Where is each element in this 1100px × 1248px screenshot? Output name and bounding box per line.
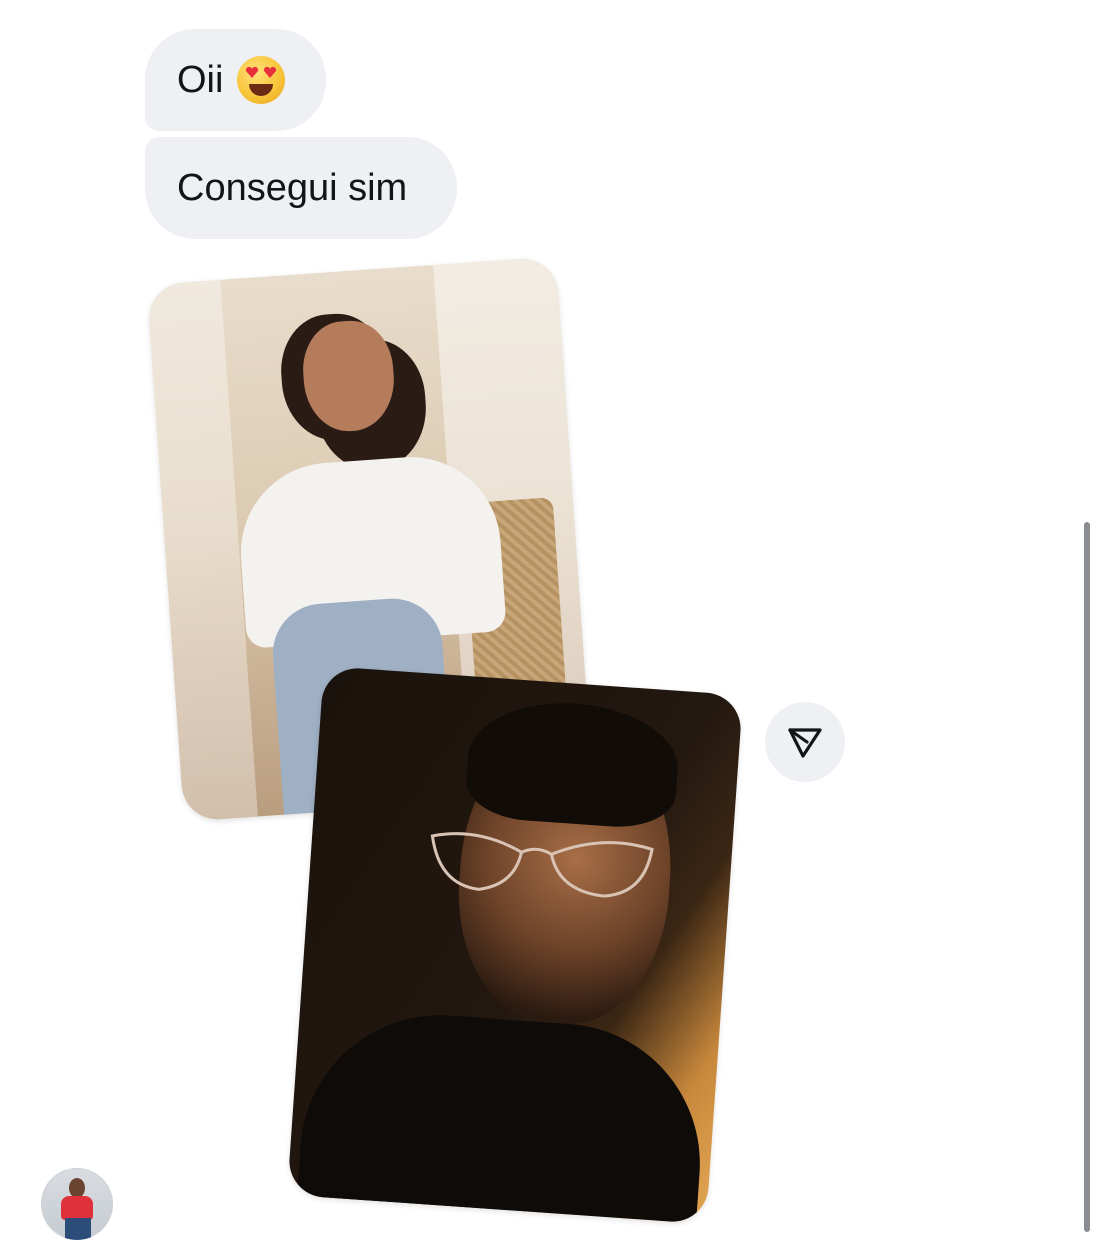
sender-avatar[interactable] <box>41 1168 113 1240</box>
forward-button[interactable] <box>765 702 845 782</box>
chat-thread: Oii Consegui sim <box>0 0 1100 1248</box>
shared-photo[interactable] <box>287 665 743 1225</box>
message-bubble[interactable]: Consegui sim <box>145 137 457 239</box>
message-bubble[interactable]: Oii <box>145 29 326 131</box>
heart-eyes-emoji-icon <box>237 56 286 104</box>
message-text: Consegui sim <box>177 167 408 209</box>
forward-icon <box>788 728 822 758</box>
message-text: Oii <box>177 59 224 101</box>
scrollbar[interactable] <box>1084 522 1090 1232</box>
